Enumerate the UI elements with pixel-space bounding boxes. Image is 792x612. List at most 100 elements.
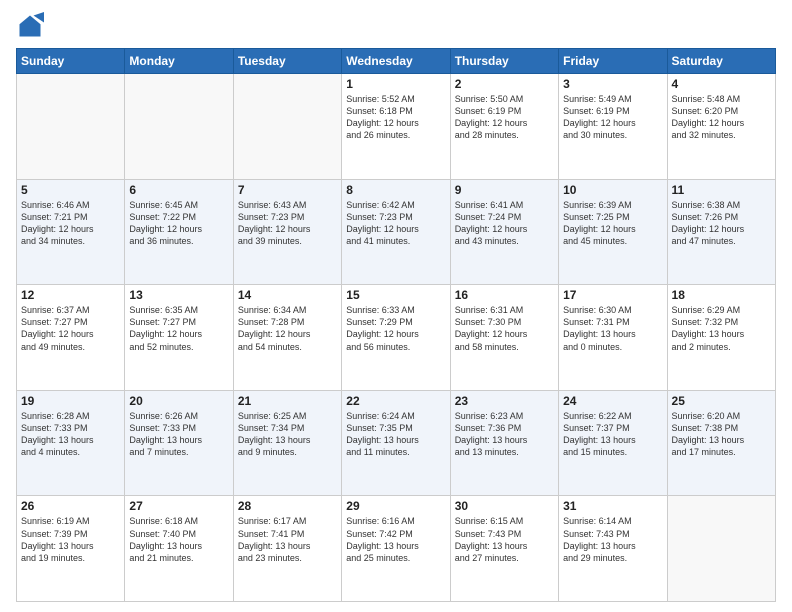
day-number: 31 (563, 499, 662, 513)
day-number: 29 (346, 499, 445, 513)
calendar-cell: 20 Sunrise: 6:26 AM Sunset: 7:33 PM Dayli… (125, 390, 233, 496)
calendar-cell: 2Sunrise: 5:50 AM Sunset: 6:19 PM Daylig… (450, 74, 558, 180)
day-number: 5 (21, 183, 120, 197)
calendar-cell: 16 Sunrise: 6:31 AM Sunset: 7:30 PM Dayli… (450, 285, 558, 391)
calendar-cell: 25 Sunrise: 6:20 AM Sunset: 7:38 PM Dayli… (667, 390, 775, 496)
calendar-cell: 26Sunrise: 6:19 AM Sunset: 7:39 PM Dayli… (17, 496, 125, 602)
calendar-header-saturday: Saturday (667, 49, 775, 74)
cell-content: Sunrise: 6:37 AM Sunset: 7:27 PM Dayligh… (21, 304, 120, 353)
cell-content: Sunrise: 6:20 AM Sunset: 7:38 PM Dayligh… (672, 410, 771, 459)
day-number: 7 (238, 183, 337, 197)
day-number: 10 (563, 183, 662, 197)
cell-content: Sunrise: 6:34 AM Sunset: 7:28 PM Dayligh… (238, 304, 337, 353)
calendar-header-friday: Friday (559, 49, 667, 74)
calendar-cell: 27 Sunrise: 6:18 AM Sunset: 7:40 PM Dayli… (125, 496, 233, 602)
calendar-cell: 1Sunrise: 5:52 AM Sunset: 6:18 PM Daylig… (342, 74, 450, 180)
cell-content: Sunrise: 6:33 AM Sunset: 7:29 PM Dayligh… (346, 304, 445, 353)
calendar-week-row: 26Sunrise: 6:19 AM Sunset: 7:39 PM Dayli… (17, 496, 776, 602)
calendar-cell: 7 Sunrise: 6:43 AM Sunset: 7:23 PM Daylig… (233, 179, 341, 285)
day-number: 18 (672, 288, 771, 302)
calendar-cell: 23Sunrise: 6:23 AM Sunset: 7:36 PM Dayli… (450, 390, 558, 496)
calendar-cell: 28 Sunrise: 6:17 AM Sunset: 7:41 PM Dayli… (233, 496, 341, 602)
day-number: 2 (455, 77, 554, 91)
calendar-cell: 4 Sunrise: 5:48 AM Sunset: 6:20 PM Daylig… (667, 74, 775, 180)
day-number: 13 (129, 288, 228, 302)
calendar-cell (233, 74, 341, 180)
cell-content: Sunrise: 6:31 AM Sunset: 7:30 PM Dayligh… (455, 304, 554, 353)
calendar-header-monday: Monday (125, 49, 233, 74)
calendar-cell: 15 Sunrise: 6:33 AM Sunset: 7:29 PM Dayli… (342, 285, 450, 391)
calendar-cell: 11 Sunrise: 6:38 AM Sunset: 7:26 PM Dayli… (667, 179, 775, 285)
calendar-header-tuesday: Tuesday (233, 49, 341, 74)
calendar-cell: 3Sunrise: 5:49 AM Sunset: 6:19 PM Daylig… (559, 74, 667, 180)
day-number: 6 (129, 183, 228, 197)
day-number: 21 (238, 394, 337, 408)
cell-content: Sunrise: 6:25 AM Sunset: 7:34 PM Dayligh… (238, 410, 337, 459)
logo (16, 12, 48, 40)
cell-content: Sunrise: 6:30 AM Sunset: 7:31 PM Dayligh… (563, 304, 662, 353)
day-number: 23 (455, 394, 554, 408)
calendar-table: SundayMondayTuesdayWednesdayThursdayFrid… (16, 48, 776, 602)
cell-content: Sunrise: 6:41 AM Sunset: 7:24 PM Dayligh… (455, 199, 554, 248)
day-number: 17 (563, 288, 662, 302)
cell-content: Sunrise: 6:38 AM Sunset: 7:26 PM Dayligh… (672, 199, 771, 248)
day-number: 28 (238, 499, 337, 513)
day-number: 16 (455, 288, 554, 302)
cell-content: Sunrise: 6:18 AM Sunset: 7:40 PM Dayligh… (129, 515, 228, 564)
calendar-cell: 29 Sunrise: 6:16 AM Sunset: 7:42 PM Dayli… (342, 496, 450, 602)
cell-content: Sunrise: 6:17 AM Sunset: 7:41 PM Dayligh… (238, 515, 337, 564)
cell-content: Sunrise: 5:48 AM Sunset: 6:20 PM Dayligh… (672, 93, 771, 142)
page: SundayMondayTuesdayWednesdayThursdayFrid… (0, 0, 792, 612)
calendar-cell: 18 Sunrise: 6:29 AM Sunset: 7:32 PM Dayli… (667, 285, 775, 391)
day-number: 20 (129, 394, 228, 408)
calendar-cell: 31 Sunrise: 6:14 AM Sunset: 7:43 PM Dayli… (559, 496, 667, 602)
cell-content: Sunrise: 6:15 AM Sunset: 7:43 PM Dayligh… (455, 515, 554, 564)
calendar-header-thursday: Thursday (450, 49, 558, 74)
calendar-cell (17, 74, 125, 180)
calendar-cell: 5 Sunrise: 6:46 AM Sunset: 7:21 PM Daylig… (17, 179, 125, 285)
cell-content: Sunrise: 6:28 AM Sunset: 7:33 PM Dayligh… (21, 410, 120, 459)
cell-content: Sunrise: 6:14 AM Sunset: 7:43 PM Dayligh… (563, 515, 662, 564)
day-number: 4 (672, 77, 771, 91)
calendar-header-row: SundayMondayTuesdayWednesdayThursdayFrid… (17, 49, 776, 74)
calendar-cell: 17 Sunrise: 6:30 AM Sunset: 7:31 PM Dayli… (559, 285, 667, 391)
cell-content: Sunrise: 6:16 AM Sunset: 7:42 PM Dayligh… (346, 515, 445, 564)
cell-content: Sunrise: 6:45 AM Sunset: 7:22 PM Dayligh… (129, 199, 228, 248)
cell-content: Sunrise: 6:35 AM Sunset: 7:27 PM Dayligh… (129, 304, 228, 353)
cell-content: Sunrise: 6:24 AM Sunset: 7:35 PM Dayligh… (346, 410, 445, 459)
calendar-week-row: 1Sunrise: 5:52 AM Sunset: 6:18 PM Daylig… (17, 74, 776, 180)
cell-content: Sunrise: 6:43 AM Sunset: 7:23 PM Dayligh… (238, 199, 337, 248)
cell-content: Sunrise: 6:46 AM Sunset: 7:21 PM Dayligh… (21, 199, 120, 248)
calendar-cell: 13 Sunrise: 6:35 AM Sunset: 7:27 PM Dayli… (125, 285, 233, 391)
calendar-cell: 6 Sunrise: 6:45 AM Sunset: 7:22 PM Daylig… (125, 179, 233, 285)
calendar-cell: 10Sunrise: 6:39 AM Sunset: 7:25 PM Dayli… (559, 179, 667, 285)
calendar-cell (125, 74, 233, 180)
calendar-cell: 22Sunrise: 6:24 AM Sunset: 7:35 PM Dayli… (342, 390, 450, 496)
day-number: 9 (455, 183, 554, 197)
day-number: 15 (346, 288, 445, 302)
calendar-cell: 14Sunrise: 6:34 AM Sunset: 7:28 PM Dayli… (233, 285, 341, 391)
day-number: 25 (672, 394, 771, 408)
cell-content: Sunrise: 6:42 AM Sunset: 7:23 PM Dayligh… (346, 199, 445, 248)
calendar-week-row: 19 Sunrise: 6:28 AM Sunset: 7:33 PM Dayli… (17, 390, 776, 496)
calendar-cell: 21 Sunrise: 6:25 AM Sunset: 7:34 PM Dayli… (233, 390, 341, 496)
calendar-cell: 30 Sunrise: 6:15 AM Sunset: 7:43 PM Dayli… (450, 496, 558, 602)
cell-content: Sunrise: 6:26 AM Sunset: 7:33 PM Dayligh… (129, 410, 228, 459)
calendar-header-sunday: Sunday (17, 49, 125, 74)
day-number: 8 (346, 183, 445, 197)
day-number: 27 (129, 499, 228, 513)
day-number: 12 (21, 288, 120, 302)
logo-icon (16, 12, 44, 40)
calendar-cell: 8 Sunrise: 6:42 AM Sunset: 7:23 PM Daylig… (342, 179, 450, 285)
calendar-week-row: 5 Sunrise: 6:46 AM Sunset: 7:21 PM Daylig… (17, 179, 776, 285)
day-number: 3 (563, 77, 662, 91)
day-number: 19 (21, 394, 120, 408)
header (16, 12, 776, 40)
day-number: 11 (672, 183, 771, 197)
day-number: 30 (455, 499, 554, 513)
cell-content: Sunrise: 6:29 AM Sunset: 7:32 PM Dayligh… (672, 304, 771, 353)
day-number: 26 (21, 499, 120, 513)
cell-content: Sunrise: 6:22 AM Sunset: 7:37 PM Dayligh… (563, 410, 662, 459)
calendar-cell (667, 496, 775, 602)
calendar-header-wednesday: Wednesday (342, 49, 450, 74)
